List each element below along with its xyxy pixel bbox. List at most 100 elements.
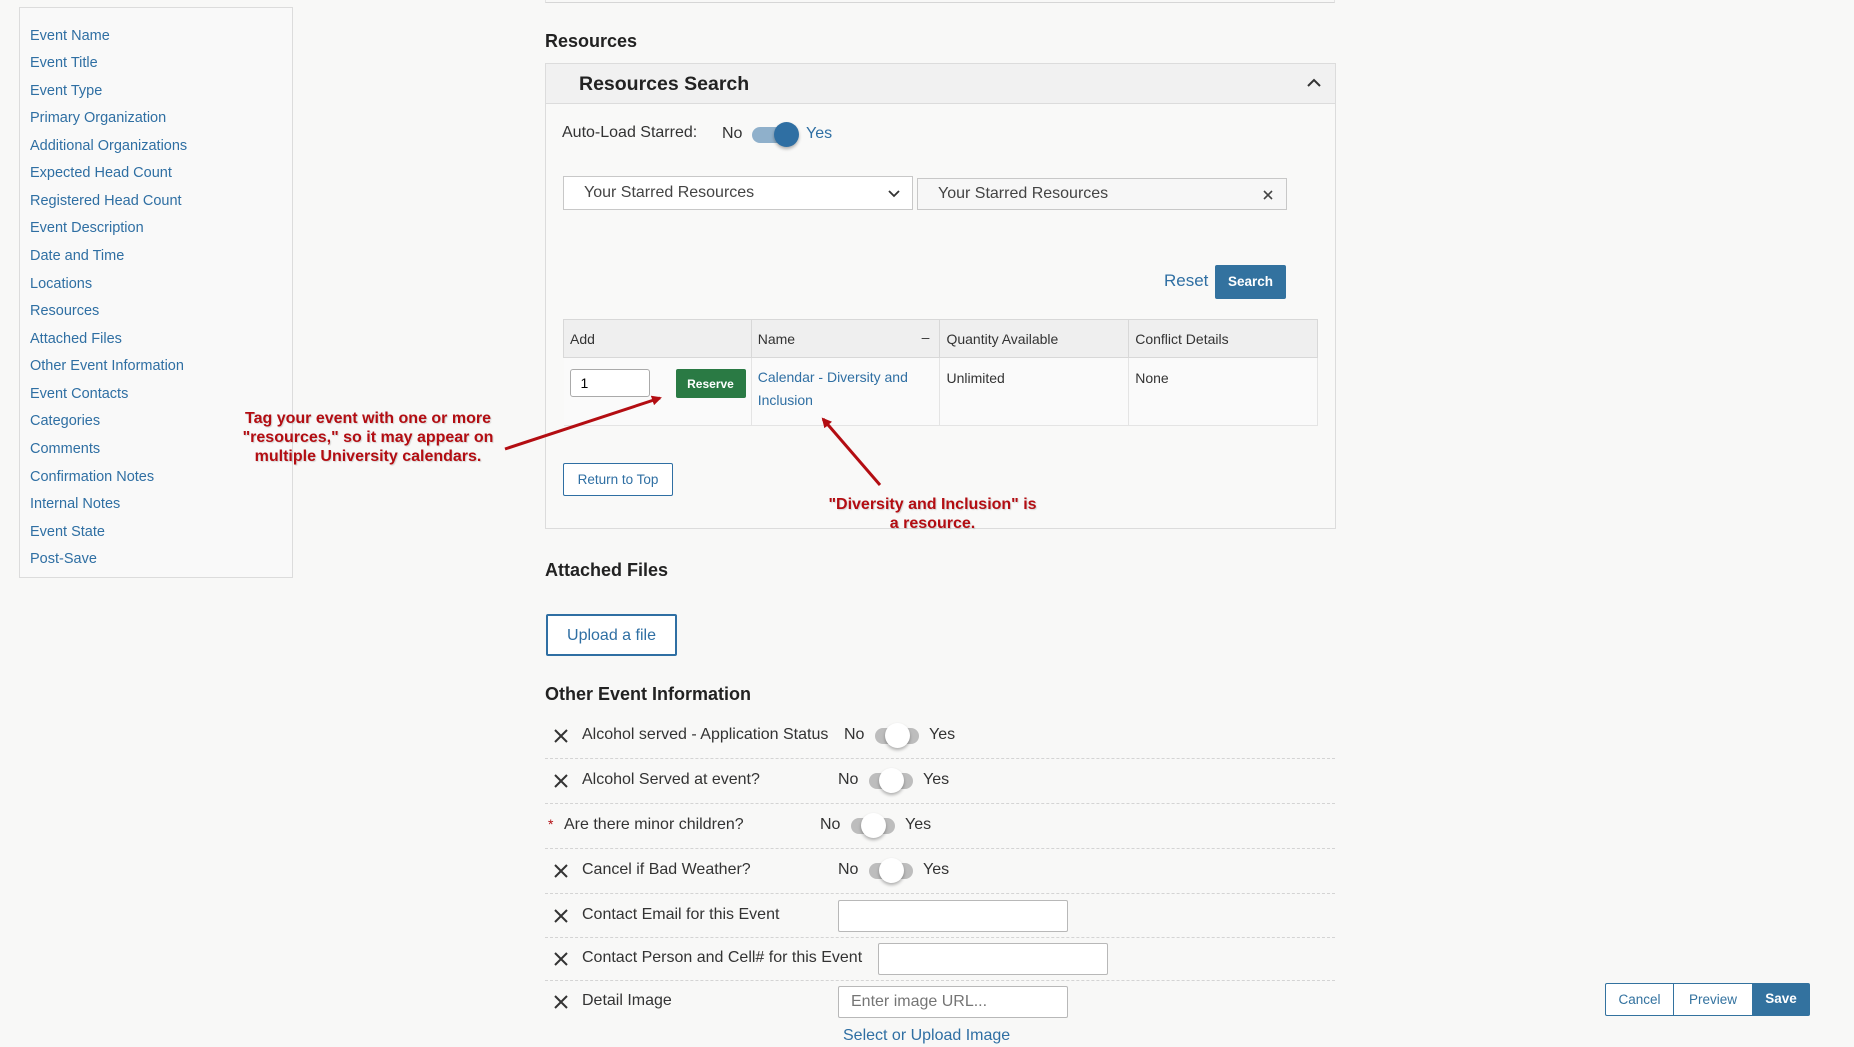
table-row: Reserve Calendar - Diversity and Inclusi…	[563, 357, 1318, 426]
previous-section-edge	[545, 0, 1335, 3]
contact-email-input[interactable]	[838, 900, 1068, 932]
sidebar-item-primary-organization[interactable]: Primary Organization	[30, 110, 166, 126]
auto-load-yes-label: Yes	[806, 125, 833, 142]
toggle-knob	[879, 768, 904, 793]
sidebar-item-attached-files[interactable]: Attached Files	[30, 331, 122, 347]
sidebar-item-event-state[interactable]: Event State	[30, 524, 105, 540]
detail-image-url-input[interactable]	[838, 986, 1068, 1018]
contact-person-input[interactable]	[878, 943, 1108, 975]
minor-children-label: Are there minor children?	[564, 816, 744, 833]
sidebar-item-event-description[interactable]: Event Description	[30, 220, 144, 236]
minor-children-yes: Yes	[905, 816, 932, 833]
remove-icon[interactable]	[553, 994, 569, 1010]
sidebar-item-registered-head-count[interactable]: Registered Head Count	[30, 193, 182, 209]
reserve-button[interactable]: Reserve	[675, 369, 746, 398]
column-header-conflict: Conflict Details	[1128, 319, 1318, 358]
row-divider	[545, 848, 1335, 849]
bad-weather-label: Cancel if Bad Weather?	[582, 861, 751, 878]
bad-weather-yes: Yes	[923, 861, 950, 878]
resources-search-panel: Resources Search Auto-Load Starred: No Y…	[545, 63, 1336, 529]
resource-name-link[interactable]: Calendar - Diversity and Inclusion	[758, 369, 908, 408]
sidebar-item-date-and-time[interactable]: Date and Time	[30, 248, 124, 264]
sidebar-item-comments[interactable]: Comments	[30, 441, 100, 457]
resources-table: Add Name – Quantity Available Conflict D…	[563, 319, 1318, 426]
alcohol-served-no: No	[838, 771, 859, 788]
conflict-cell: None	[1128, 357, 1318, 426]
resource-filter-chip: Your Starred Resources	[917, 178, 1287, 210]
alcohol-status-no: No	[844, 726, 865, 743]
upload-file-button[interactable]: Upload a file	[546, 614, 677, 656]
table-header-row: Add Name – Quantity Available Conflict D…	[563, 319, 1318, 358]
preview-button[interactable]: Preview	[1673, 983, 1753, 1016]
column-header-name[interactable]: Name –	[751, 319, 941, 358]
toggle-knob	[861, 813, 886, 838]
sidebar-item-categories[interactable]: Categories	[30, 413, 100, 429]
alcohol-status-yes: Yes	[929, 726, 956, 743]
contact-email-label: Contact Email for this Event	[582, 906, 780, 923]
row-divider	[545, 893, 1335, 894]
bad-weather-no: No	[838, 861, 859, 878]
alcohol-status-toggle[interactable]	[875, 723, 919, 748]
toggle-knob	[885, 723, 910, 748]
cancel-button[interactable]: Cancel	[1605, 983, 1674, 1016]
sidebar-item-locations[interactable]: Locations	[30, 276, 92, 292]
add-cell: Reserve	[563, 357, 752, 426]
sort-icon[interactable]: –	[922, 329, 930, 345]
bad-weather-toggle[interactable]	[869, 858, 913, 883]
sidebar-item-post-save[interactable]: Post-Save	[30, 551, 97, 567]
remove-icon[interactable]	[553, 728, 569, 744]
resources-heading: Resources	[545, 31, 638, 51]
sidebar-item-event-name[interactable]: Event Name	[30, 28, 110, 44]
required-marker: *	[548, 816, 554, 832]
alcohol-served-label: Alcohol Served at event?	[582, 771, 760, 788]
resource-type-value: Your Starred Resources	[584, 184, 755, 201]
sidebar-item-confirmation-notes[interactable]: Confirmation Notes	[30, 469, 154, 485]
detail-image-label: Detail Image	[582, 992, 672, 1009]
minor-children-toggle[interactable]	[851, 813, 895, 838]
chevron-up-icon[interactable]	[1305, 74, 1323, 92]
reset-link[interactable]: Reset	[1164, 271, 1208, 291]
row-divider	[545, 803, 1335, 804]
contact-person-label: Contact Person and Cell# for this Event	[582, 949, 863, 966]
remove-icon[interactable]	[553, 951, 569, 967]
auto-load-label: Auto-Load Starred:	[562, 124, 698, 141]
chevron-down-icon	[888, 190, 900, 198]
remove-icon[interactable]	[553, 773, 569, 789]
search-button[interactable]: Search	[1215, 265, 1286, 299]
alcohol-status-label: Alcohol served - Application Status	[582, 726, 829, 743]
sidebar-item-event-contacts[interactable]: Event Contacts	[30, 386, 128, 402]
sidebar-item-event-title[interactable]: Event Title	[30, 55, 98, 71]
auto-load-no-label: No	[722, 125, 743, 142]
quantity-cell: Unlimited	[939, 357, 1130, 426]
name-cell: Calendar - Diversity and Inclusion	[751, 357, 941, 426]
row-divider	[545, 758, 1335, 759]
sidebar-item-other-event-information[interactable]: Other Event Information	[30, 358, 184, 374]
sidebar-item-expected-head-count[interactable]: Expected Head Count	[30, 165, 172, 181]
remove-icon[interactable]	[553, 908, 569, 924]
alcohol-served-toggle[interactable]	[869, 768, 913, 793]
auto-load-toggle[interactable]	[752, 122, 799, 147]
minor-children-no: No	[820, 816, 841, 833]
sidebar-item-additional-organizations[interactable]: Additional Organizations	[30, 138, 187, 154]
panel-header[interactable]: Resources Search	[546, 64, 1335, 104]
sidebar-item-resources[interactable]: Resources	[30, 303, 99, 319]
sidebar-item-internal-notes[interactable]: Internal Notes	[30, 496, 120, 512]
resource-filter-value: Your Starred Resources	[938, 185, 1109, 202]
select-upload-image-link[interactable]: Select or Upload Image	[843, 1027, 1010, 1045]
resource-type-select[interactable]: Your Starred Resources	[563, 176, 913, 210]
quantity-input[interactable]	[569, 369, 650, 397]
annotation-resources-tag: Tag your event with one or more "resourc…	[242, 410, 494, 465]
column-header-quantity: Quantity Available	[939, 319, 1130, 358]
close-icon[interactable]	[1262, 189, 1274, 201]
column-header-name-label: Name	[757, 330, 796, 347]
return-to-top-button[interactable]: Return to Top	[563, 463, 673, 496]
sidebar-item-event-type[interactable]: Event Type	[30, 83, 102, 99]
alcohol-served-yes: Yes	[923, 771, 950, 788]
remove-icon[interactable]	[553, 863, 569, 879]
toggle-knob	[774, 122, 799, 147]
panel-title: Resources Search	[579, 73, 750, 95]
row-divider	[545, 937, 1335, 938]
toggle-knob	[879, 858, 904, 883]
column-header-add: Add	[563, 319, 752, 358]
save-button[interactable]: Save	[1752, 983, 1810, 1016]
